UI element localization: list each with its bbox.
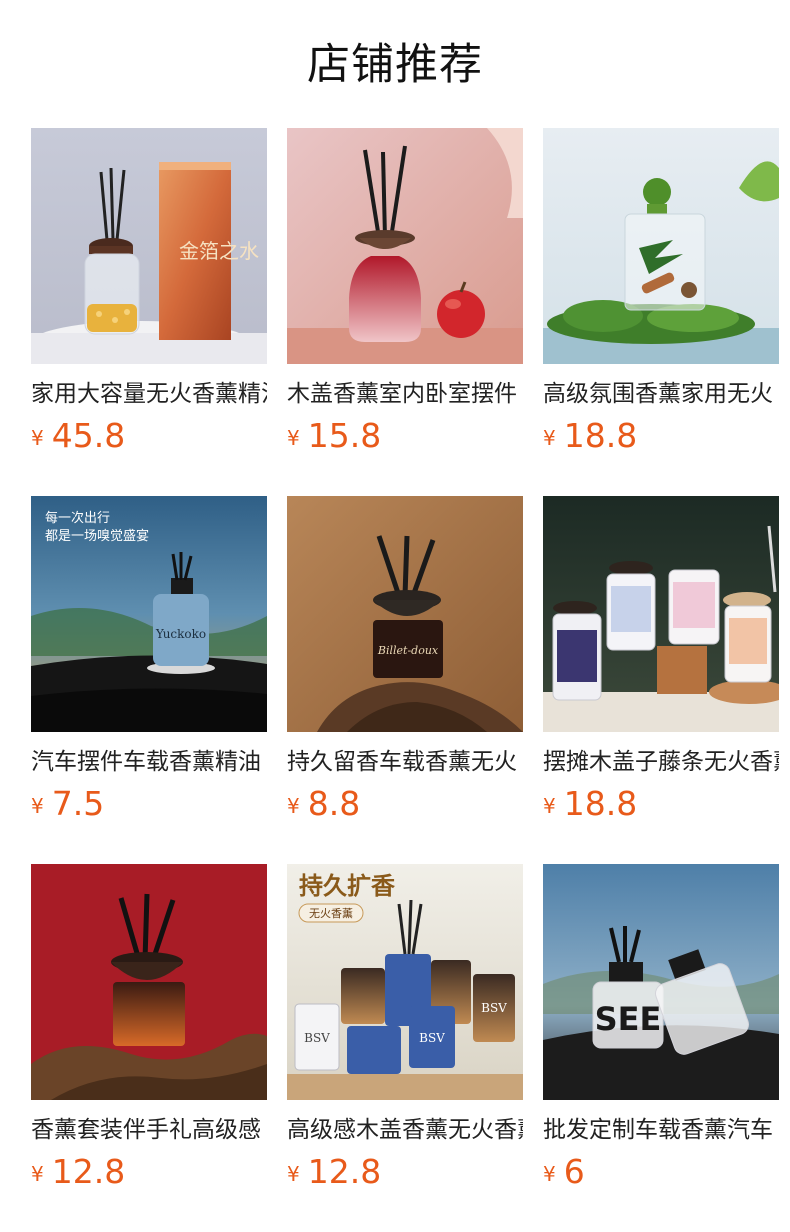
- product-price: ¥15.8: [287, 416, 381, 456]
- reed-diffuser-gold-flakes-with-box-image[interactable]: 金箔之水: [31, 128, 267, 364]
- product-name[interactable]: 家用大容量无火香薰精油: [31, 378, 267, 410]
- bottle-label: BSV: [304, 1031, 330, 1045]
- product-card[interactable]: 香薰套装伴手礼高级感 ¥12.8: [31, 864, 267, 1232]
- price-value: 7.5: [51, 784, 105, 823]
- product-name[interactable]: 高级感木盖香薰无火香薰: [287, 1114, 523, 1146]
- currency-symbol: ¥: [287, 426, 300, 450]
- anime-print-diffuser-set-image[interactable]: [543, 496, 779, 732]
- product-price: ¥12.8: [31, 1152, 125, 1192]
- price-value: 18.8: [563, 416, 638, 455]
- image-caption: 都是一场嗅觉盛宴: [45, 528, 149, 544]
- page-title: 店铺推荐: [307, 40, 483, 90]
- store-recommend-page: 店铺推荐 金箔之水 家用大容量无火香薰精油 ¥ 45.8 木盖香薰室内卧室摆件 …: [0, 0, 790, 1232]
- bottle-label: SEE: [595, 1000, 662, 1038]
- product-card[interactable]: 每一次出行 都是一场嗅觉盛宴 Yuckoko 汽车摆件车载香薰精油 ¥7.5: [31, 496, 267, 864]
- price-value: 8.8: [307, 784, 361, 823]
- price-value: 6: [563, 1152, 585, 1191]
- product-card[interactable]: 摆摊木盖子藤条无火香薰 ¥18.8: [543, 496, 779, 864]
- product-price: ¥8.8: [287, 784, 360, 824]
- product-name[interactable]: 木盖香薰室内卧室摆件: [287, 378, 523, 410]
- dark-diffuser-on-driftwood-image[interactable]: Billet-doux: [287, 496, 523, 732]
- image-caption: 每一次出行: [45, 510, 110, 526]
- image-tag: 无火香薰: [309, 906, 353, 920]
- price-value: 45.8: [51, 416, 126, 455]
- currency-symbol: ¥: [543, 1162, 556, 1186]
- product-card[interactable]: 木盖香薰室内卧室摆件 ¥15.8: [287, 128, 523, 496]
- amber-diffuser-on-red-background-image[interactable]: [31, 864, 267, 1100]
- price-value: 12.8: [307, 1152, 382, 1191]
- product-name[interactable]: 香薰套装伴手礼高级感: [31, 1114, 267, 1146]
- product-card[interactable]: 高级氛围香薰家用无火 ¥18.8: [543, 128, 779, 496]
- price-value: 15.8: [307, 416, 382, 455]
- bottle-label: Yuckoko: [155, 627, 206, 641]
- price-value: 12.8: [51, 1152, 126, 1191]
- bottle-label: BSV: [419, 1031, 445, 1045]
- bsv-diffuser-collection-image[interactable]: 持久扩香 无火香薰 BSV BSV BSV: [287, 864, 523, 1100]
- product-price: ¥7.5: [31, 784, 104, 824]
- price-value: 18.8: [563, 784, 638, 823]
- currency-symbol: ¥: [287, 794, 300, 818]
- currency-symbol: ¥: [31, 794, 44, 818]
- product-name[interactable]: 高级氛围香薰家用无火: [543, 378, 779, 410]
- product-name[interactable]: 持久留香车载香薰无火: [287, 746, 523, 778]
- bottle-label: BSV: [481, 1001, 507, 1015]
- product-grid: 金箔之水 家用大容量无火香薰精油 ¥45.8 木盖香薰室内卧室摆件 ¥ 15.8…: [31, 128, 790, 1228]
- currency-symbol: ¥: [543, 426, 556, 450]
- product-price: ¥18.8: [543, 784, 637, 824]
- product-card[interactable]: 持久扩香 无火香薰 BSV BSV BSV 高级感木盖香薰无火香薰 ¥ 12.8: [287, 864, 523, 1232]
- product-card[interactable]: SEE 批发定制车载香薰汽车 ¥6: [543, 864, 779, 1232]
- product-price: ¥6: [543, 1152, 585, 1192]
- currency-symbol: ¥: [31, 426, 44, 450]
- product-name[interactable]: 汽车摆件车载香薰精油: [31, 746, 267, 778]
- currency-symbol: ¥: [287, 1162, 300, 1186]
- product-name[interactable]: 批发定制车载香薰汽车: [543, 1114, 779, 1146]
- product-name[interactable]: 摆摊木盖子藤条无火香薰: [543, 746, 779, 778]
- product-card[interactable]: Billet-doux 持久留香车载香薰无火 ¥8.8: [287, 496, 523, 864]
- product-price: ¥18.8: [543, 416, 637, 456]
- currency-symbol: ¥: [31, 1162, 44, 1186]
- clear-letter-bottles-car-image[interactable]: SEE: [543, 864, 779, 1100]
- car-dashboard-blue-diffuser-image[interactable]: 每一次出行 都是一场嗅觉盛宴 Yuckoko: [31, 496, 267, 732]
- green-cap-diffuser-on-moss-image[interactable]: [543, 128, 779, 364]
- bottle-label: Billet-doux: [377, 644, 439, 657]
- red-reed-diffuser-with-apple-image[interactable]: [287, 128, 523, 364]
- currency-symbol: ¥: [543, 794, 556, 818]
- product-price: ¥12.8: [287, 1152, 381, 1192]
- image-headline: 持久扩香: [299, 872, 396, 900]
- box-text: 金箔之水: [179, 239, 259, 263]
- product-price: ¥45.8: [31, 416, 125, 456]
- product-card[interactable]: 金箔之水 家用大容量无火香薰精油 ¥45.8: [31, 128, 267, 496]
